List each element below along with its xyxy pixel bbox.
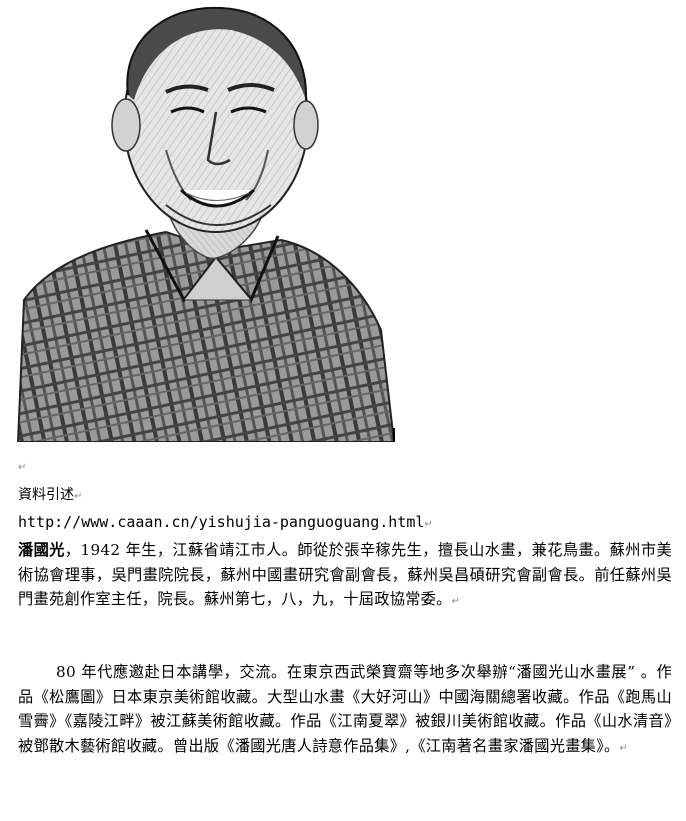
- bio-paragraph-2-text: 80 年代應邀赴日本講學，交流。在東京西武榮寶齋等地多次舉辦“潘國光山水畫展” …: [18, 663, 672, 755]
- source-label-line: 資料引述↵: [18, 484, 82, 508]
- portrait-photo: [16, 0, 396, 442]
- empty-paragraph: ↵: [18, 454, 26, 479]
- paragraph-mark: ↵: [424, 519, 433, 530]
- paragraph-mark: ↵: [18, 462, 27, 473]
- artist-name: 潘國光: [18, 541, 65, 559]
- source-url-link[interactable]: http://www.caaan.cn/yishujia-panguoguang…: [18, 513, 424, 531]
- paragraph-mark: ↵: [619, 742, 629, 754]
- source-label: 資料引述: [18, 487, 74, 503]
- paragraph-mark: ↵: [74, 491, 83, 502]
- bio-paragraph-1-text: ，1942 年生，江蘇省靖江市人。師從於張辛稼先生，擅長山水畫，兼花鳥畫。蘇州市…: [18, 541, 673, 609]
- text-cursor: [393, 428, 395, 442]
- bio-paragraph-1: 潘國光，1942 年生，江蘇省靖江市人。師從於張辛稼先生，擅長山水畫，兼花鳥畫。…: [18, 538, 672, 615]
- portrait-sketch-image: [16, 6, 396, 442]
- bio-paragraph-2: 80 年代應邀赴日本講學，交流。在東京西武榮寶齋等地多次舉辦“潘國光山水畫展” …: [18, 660, 672, 761]
- paragraph-mark: ↵: [451, 596, 461, 608]
- source-url-line: http://www.caaan.cn/yishujia-panguoguang…: [18, 511, 433, 536]
